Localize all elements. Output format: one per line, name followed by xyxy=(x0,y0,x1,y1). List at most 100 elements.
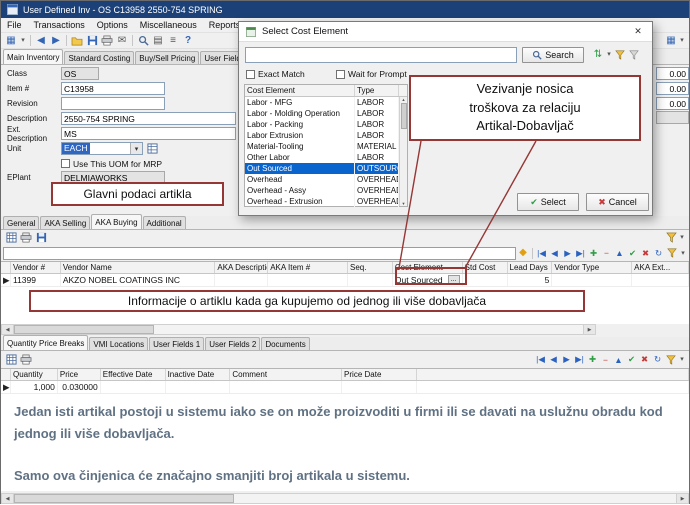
header-std-cost[interactable]: Std Cost xyxy=(463,262,508,273)
wait-for-prompt-checkbox[interactable] xyxy=(336,70,345,79)
filter-customize-icon[interactable] xyxy=(627,48,641,61)
cost-element-row[interactable]: Material-ToolingMATERIAL xyxy=(245,141,407,152)
tab-user-fields-1[interactable]: User Fields 1 xyxy=(149,337,204,350)
incremental-search-icon[interactable]: ⇅ xyxy=(591,48,605,61)
scroll-left-icon[interactable]: ◀ xyxy=(2,494,14,503)
nav-prior-button[interactable]: ◀ xyxy=(548,247,561,259)
dialog-close-icon[interactable]: ✕ xyxy=(629,24,647,40)
header-inactive-date[interactable]: Inactive Date xyxy=(166,369,231,380)
cost-element-row[interactable]: Other LaborLABOR xyxy=(245,152,407,163)
header-vendor-type[interactable]: Vendor Type xyxy=(552,262,632,273)
dialog-search-input[interactable] xyxy=(245,47,517,63)
header-cost-element[interactable]: Cost Element xyxy=(245,85,355,96)
vendor-row[interactable]: ▶ 11399 AKZO NOBEL COATINGS INC Out Sour… xyxy=(1,274,689,287)
filter-funnel-icon[interactable] xyxy=(664,353,678,366)
filter-funnel-icon[interactable] xyxy=(665,247,679,260)
grid-menu-icon[interactable]: ▦ xyxy=(4,34,18,47)
refresh-button[interactable]: ↻ xyxy=(651,354,664,366)
header-quantity[interactable]: Quantity xyxy=(11,369,58,380)
filter-funnel-icon[interactable] xyxy=(664,231,678,244)
class-field[interactable] xyxy=(61,67,99,80)
back-icon[interactable]: ◀ xyxy=(34,34,48,47)
tab-general[interactable]: General xyxy=(3,216,39,229)
notes-icon[interactable]: ▤ xyxy=(151,34,165,47)
revision-field[interactable] xyxy=(61,97,165,110)
tab-aka-selling[interactable]: AKA Selling xyxy=(40,216,90,229)
select-button[interactable]: ✔ Select xyxy=(517,193,579,211)
save-grid-icon[interactable] xyxy=(34,231,48,244)
tab-vmi-locations[interactable]: VMI Locations xyxy=(89,337,148,350)
menu-transactions[interactable]: Transactions xyxy=(28,19,91,31)
scrollbar-thumb[interactable] xyxy=(401,103,407,129)
bottom-hscrollbar[interactable]: ◀ ▶ xyxy=(1,493,689,504)
uom-lookup-icon[interactable] xyxy=(145,142,159,155)
email-icon[interactable]: ✉ xyxy=(115,34,129,47)
print-grid-icon[interactable] xyxy=(19,353,33,366)
exact-match-option[interactable]: Exact Match xyxy=(246,69,305,79)
scrollbar-thumb[interactable] xyxy=(14,325,154,334)
refresh-button[interactable]: ↻ xyxy=(652,247,665,259)
print-icon[interactable] xyxy=(100,34,114,47)
tab-quantity-price-breaks[interactable]: Quantity Price Breaks xyxy=(3,335,88,350)
scroll-up-icon[interactable]: ▲ xyxy=(402,97,406,102)
export-grid-icon[interactable] xyxy=(4,231,18,244)
help-icon[interactable]: ? xyxy=(181,34,195,47)
ext-description-field[interactable] xyxy=(61,127,236,140)
tab-buy-sell-pricing[interactable]: Buy/Sell Pricing xyxy=(135,51,199,64)
menu-file[interactable]: File xyxy=(1,19,28,31)
scrollbar-thumb[interactable] xyxy=(14,494,234,503)
save-icon[interactable] xyxy=(85,34,99,47)
insert-record-button[interactable]: ✚ xyxy=(587,247,600,259)
cancel-edit-button[interactable]: ✖ xyxy=(638,354,651,366)
tab-aka-buying[interactable]: AKA Buying xyxy=(91,214,141,229)
header-effective-date[interactable]: Effective Date xyxy=(101,369,166,380)
cost-field-1[interactable] xyxy=(656,67,689,80)
scroll-down-icon[interactable]: ▼ xyxy=(402,201,406,206)
delete-record-button[interactable]: − xyxy=(600,247,613,259)
nav-last-button[interactable]: ▶| xyxy=(573,354,586,366)
delete-record-button[interactable]: − xyxy=(599,354,612,366)
grid-options-caret-icon[interactable]: ▾ xyxy=(678,231,686,244)
tab-user-fields-2[interactable]: User Fields 2 xyxy=(205,337,260,350)
nav-next-button[interactable]: ▶ xyxy=(560,354,573,366)
tab-main-inventory[interactable]: Main Inventory xyxy=(3,49,63,64)
price-row[interactable]: ▶ 1,000 0.030000 xyxy=(1,381,689,394)
print-grid-icon[interactable] xyxy=(19,231,33,244)
header-aka-ext[interactable]: AKA Ext... xyxy=(632,262,689,273)
legend-icon[interactable]: ◆ xyxy=(516,247,530,260)
cost-element-row-selected[interactable]: Out SourcedOUTSOURC xyxy=(245,163,407,174)
post-edit-button[interactable]: ✔ xyxy=(625,354,638,366)
insert-record-button[interactable]: ✚ xyxy=(586,354,599,366)
header-seq[interactable]: Seq. xyxy=(348,262,393,273)
cost-element-row[interactable]: Overhead - AssyOVERHEAD xyxy=(245,185,407,196)
cost-element-row[interactable]: Overhead - ExtrusionOVERHEAD xyxy=(245,196,407,207)
open-folder-icon[interactable] xyxy=(70,34,84,47)
forward-icon[interactable]: ▶ xyxy=(49,34,63,47)
scroll-left-icon[interactable]: ◀ xyxy=(2,325,14,334)
toolbar-caret-icon[interactable]: ▾ xyxy=(678,34,686,47)
cost-element-row[interactable]: OverheadOVERHEAD xyxy=(245,174,407,185)
exact-match-checkbox[interactable] xyxy=(246,70,255,79)
unit-dropdown-icon[interactable]: ▾ xyxy=(130,143,142,154)
scroll-right-icon[interactable]: ▶ xyxy=(583,325,595,334)
uom-mrp-checkbox[interactable] xyxy=(61,159,70,168)
nav-first-button[interactable]: |◀ xyxy=(534,354,547,366)
export-grid-icon[interactable] xyxy=(4,353,18,366)
cost-element-row[interactable]: Labor - Molding OperationLABOR xyxy=(245,108,407,119)
nav-prior-button[interactable]: ◀ xyxy=(547,354,560,366)
header-vendor-number[interactable]: Vendor # xyxy=(11,262,61,273)
tab-additional[interactable]: Additional xyxy=(143,216,186,229)
list-icon[interactable]: ≡ xyxy=(166,34,180,47)
cost-element-row[interactable]: Labor - PackingLABOR xyxy=(245,119,407,130)
header-comment[interactable]: Comment xyxy=(230,369,342,380)
vendor-filter-input[interactable] xyxy=(3,247,516,260)
edit-record-button[interactable]: ▲ xyxy=(613,247,626,259)
scroll-right-icon[interactable]: ▶ xyxy=(676,494,688,503)
window-list-icon[interactable]: ▦ xyxy=(664,34,678,47)
menu-miscellaneous[interactable]: Miscellaneous xyxy=(134,19,203,31)
navigator-caret-icon[interactable]: ▾ xyxy=(678,353,686,366)
menu-options[interactable]: Options xyxy=(91,19,134,31)
cancel-button[interactable]: ✖ Cancel xyxy=(586,193,649,211)
nav-first-button[interactable]: |◀ xyxy=(535,247,548,259)
tab-standard-costing[interactable]: Standard Costing xyxy=(64,51,134,64)
